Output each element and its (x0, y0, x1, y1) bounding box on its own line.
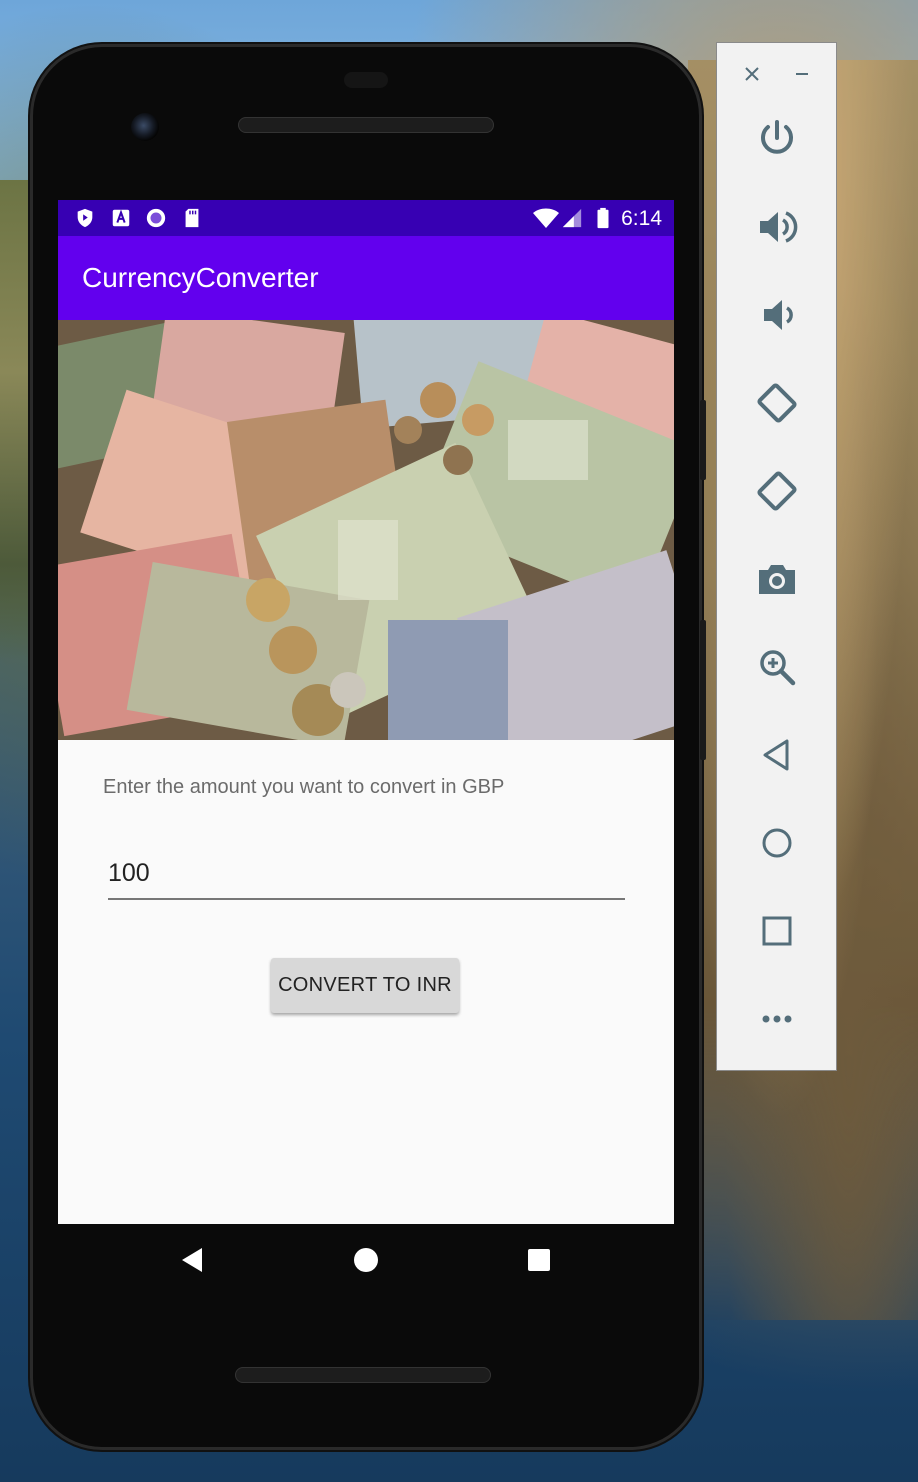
back-icon (763, 739, 789, 771)
volume-down-button[interactable] (747, 285, 807, 345)
power-button[interactable] (747, 109, 807, 169)
back-icon[interactable] (180, 1246, 204, 1274)
currency-banner-image (58, 320, 674, 740)
camera-icon (759, 565, 795, 594)
volume-down-icon (764, 300, 793, 330)
rotate-right-button[interactable] (747, 461, 807, 521)
bottom-speaker (235, 1367, 491, 1383)
zoom-icon (760, 650, 796, 686)
power-side-button (700, 400, 706, 480)
banknotes-illustration (58, 320, 674, 740)
volume-up-icon (760, 211, 798, 243)
amount-instruction-label: Enter the amount you want to convert in … (103, 776, 505, 798)
wifi-icon (533, 208, 559, 228)
emulator-back-button[interactable] (747, 725, 807, 785)
signal-icon (562, 208, 582, 228)
phone-notch (344, 72, 388, 88)
status-bar: 6:14 (58, 200, 674, 236)
minimize-icon[interactable] (793, 65, 811, 83)
circle-record-icon (146, 208, 166, 228)
font-a-icon (112, 209, 130, 227)
convert-to-inr-button[interactable]: CONVERT TO INR (271, 958, 459, 1013)
battery-icon (597, 207, 609, 229)
rotate-right-icon (757, 471, 797, 511)
volume-up-button[interactable] (747, 197, 807, 257)
zoom-button[interactable] (747, 637, 807, 697)
power-icon (761, 120, 793, 154)
recents-icon[interactable] (527, 1248, 551, 1272)
front-camera (131, 113, 159, 141)
emulator-home-button[interactable] (747, 813, 807, 873)
more-options-button[interactable] (747, 989, 807, 1049)
home-icon (762, 828, 792, 858)
home-icon[interactable] (353, 1247, 379, 1273)
phone-screen: 6:14 CurrencyConverter Enter the amount … (58, 200, 674, 1224)
rotate-left-icon (757, 383, 797, 423)
volume-side-button (700, 620, 706, 760)
status-time: 6:14 (621, 207, 662, 230)
screenshot-button[interactable] (747, 549, 807, 609)
rotate-left-button[interactable] (747, 373, 807, 433)
amount-input[interactable] (108, 852, 625, 900)
app-bar: CurrencyConverter (58, 236, 674, 320)
overview-icon (762, 916, 792, 946)
shield-icon (77, 208, 93, 228)
emulator-toolbar (716, 42, 837, 1071)
close-icon[interactable] (743, 65, 761, 83)
app-title: CurrencyConverter (82, 262, 319, 293)
more-icon (762, 1015, 792, 1023)
emulator-overview-button[interactable] (747, 901, 807, 961)
earpiece-speaker (238, 117, 494, 133)
sd-card-icon (185, 208, 199, 228)
